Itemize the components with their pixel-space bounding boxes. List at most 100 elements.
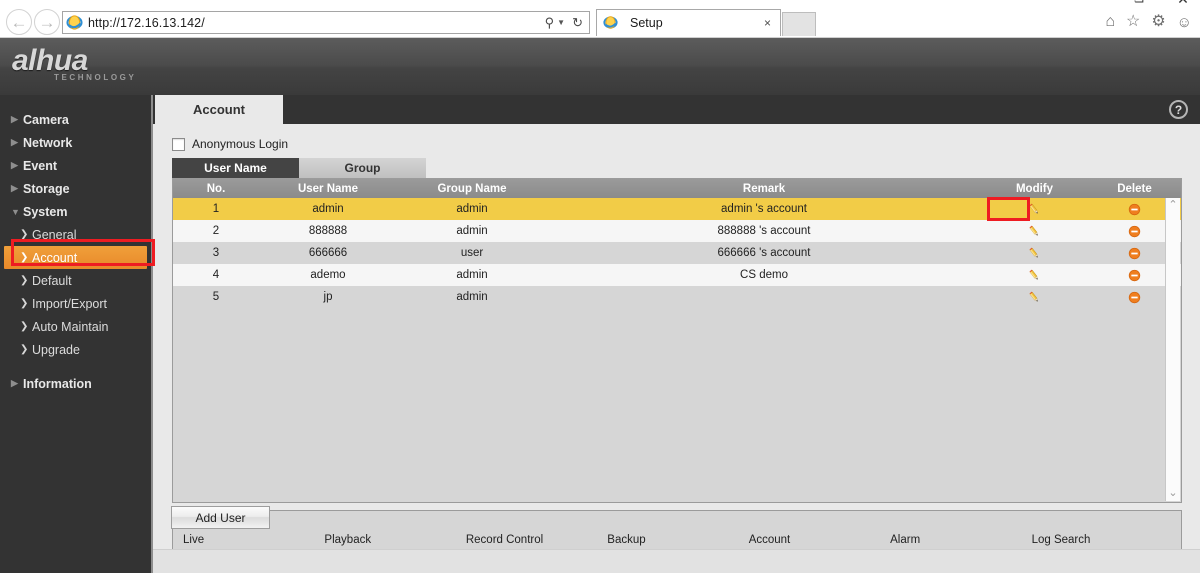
column-header-remark: Remark	[742, 182, 786, 195]
chevron-right-icon: ❯	[20, 229, 29, 240]
help-icon[interactable]: ?	[1169, 100, 1188, 119]
tab-favicon-icon	[603, 15, 620, 32]
cell-remark: 888888 's account	[717, 225, 811, 237]
sidebar-item-upgrade[interactable]: ❯ Upgrade	[0, 338, 151, 361]
cell-group: admin	[456, 203, 488, 215]
navigation-arrows: ← →	[6, 9, 60, 35]
table-row[interactable]: 4 ademo admin CS demo	[173, 264, 1181, 286]
sidebar-item-general[interactable]: ❯ General	[0, 223, 151, 246]
address-bar-icons: ⚲ ▼ ↻	[545, 15, 586, 31]
close-window-button[interactable]: ✕	[1172, 0, 1194, 6]
sidebar-item-system[interactable]: ▼ System	[0, 200, 151, 223]
sidebar-item-default[interactable]: ❯ Default	[0, 269, 151, 292]
table-scrollbar[interactable]: ⌃ ⌄	[1165, 198, 1180, 501]
page-tab-account[interactable]: Account	[155, 95, 283, 124]
anonymous-login-row[interactable]: Anonymous Login	[172, 137, 288, 151]
column-header-delete: Delete	[1117, 182, 1152, 195]
cell-remark: CS demo	[740, 269, 788, 281]
back-arrow-icon[interactable]: ←	[6, 9, 32, 35]
sidebar-item-camera[interactable]: ▶ Camera	[0, 108, 151, 131]
content-area: Account ? Anonymous Login User Name Group…	[153, 95, 1200, 573]
column-header-username: User Name	[297, 182, 359, 195]
browser-tab-setup[interactable]: Setup ×	[596, 9, 781, 36]
chevron-down-icon: ▼	[11, 206, 20, 217]
scroll-up-icon[interactable]: ⌃	[1168, 200, 1177, 211]
anonymous-login-label: Anonymous Login	[192, 137, 289, 151]
minimize-button[interactable]: —	[1084, 0, 1106, 6]
cell-remark: admin 's account	[721, 203, 807, 215]
search-icon[interactable]: ⚲	[545, 15, 555, 31]
home-icon[interactable]: ⌂	[1105, 14, 1115, 30]
chevron-right-icon: ▶	[11, 160, 18, 170]
browser-chrome: — ❑ ✕ ← → http://172.16.13.142/ ⚲ ▼ ↻	[0, 0, 1200, 38]
sidebar-item-label: Default	[32, 273, 72, 288]
pencil-icon[interactable]	[981, 242, 1088, 264]
sidebar-item-event[interactable]: ▶ Event	[0, 154, 151, 177]
table-row[interactable]: 2 888888 admin 888888 's account	[173, 220, 1181, 242]
sidebar-item-network[interactable]: ▶ Network	[0, 131, 151, 154]
cell-user: jp	[323, 291, 333, 303]
chevron-right-icon: ▶	[11, 114, 18, 124]
maximize-button[interactable]: ❑	[1128, 0, 1150, 6]
smiley-icon[interactable]: ☺	[1177, 15, 1192, 30]
cell-user: ademo	[310, 269, 346, 281]
cell-group: admin	[456, 269, 488, 281]
sidebar-item-auto-maintain[interactable]: ❯ Auto Maintain	[0, 315, 151, 338]
sidebar-item-import-export[interactable]: ❯ Import/Export	[0, 292, 151, 315]
user-table-panel: No. User Name Group Name Remark Modify Delete…	[172, 178, 1182, 503]
sidebar-item-label: Event	[23, 158, 58, 173]
pencil-icon[interactable]	[981, 264, 1088, 286]
cell-no: 1	[212, 203, 220, 215]
logo-subtitle: TECHNOLOGY	[54, 73, 137, 82]
sidebar-item-label: System	[23, 204, 68, 219]
close-tab-icon[interactable]: ×	[761, 16, 774, 30]
table-row[interactable]: 1 admin admin admin 's account	[173, 198, 1181, 220]
column-header-modify: Modify	[1015, 182, 1054, 195]
forward-arrow-icon[interactable]: →	[34, 9, 60, 35]
cell-no: 5	[212, 291, 220, 303]
gear-icon[interactable]: ⚙	[1151, 14, 1165, 30]
chevron-right-icon: ❯	[20, 321, 29, 332]
sub-tab-user-name[interactable]: User Name	[172, 158, 299, 178]
chevron-right-icon: ❯	[20, 275, 29, 286]
cell-user: 666666	[308, 247, 348, 259]
cell-no: 4	[212, 269, 220, 281]
sidebar-item-account[interactable]: ❯ Account	[4, 246, 147, 269]
app-header: alhua TECHNOLOGY LivePlaybackSetupAlarmL…	[0, 38, 1200, 125]
authority-item: Log Search	[1031, 534, 1091, 546]
scroll-down-icon[interactable]: ⌄	[1168, 488, 1177, 499]
star-icon[interactable]: ☆	[1126, 14, 1140, 30]
table-header-row: No. User Name Group Name Remark Modify Delete	[173, 179, 1181, 198]
sidebar-item-label: Information	[23, 376, 92, 391]
url-text: http://172.16.13.142/	[88, 15, 205, 30]
anonymous-login-checkbox[interactable]	[172, 137, 185, 151]
chevron-right-icon: ▶	[11, 183, 18, 193]
cell-remark: 666666 's account	[717, 247, 811, 259]
table-row[interactable]: 3 666666 user 666666 's account	[173, 242, 1181, 264]
pencil-icon[interactable]	[981, 220, 1088, 242]
sidebar-item-label: Auto Maintain	[32, 319, 109, 334]
authority-item: Alarm	[890, 534, 921, 546]
sidebar: ▶ Camera ▶ Network ▶ Event ▶ Storage ▼ System ❯ Gen…	[0, 95, 153, 573]
address-bar[interactable]: http://172.16.13.142/ ⚲ ▼ ↻	[62, 11, 590, 34]
browser-tab-title: Setup	[630, 16, 663, 30]
chevron-right-icon: ❯	[20, 344, 29, 355]
sidebar-item-storage[interactable]: ▶ Storage	[0, 177, 151, 200]
sidebar-item-information[interactable]: ▶ Information	[0, 372, 151, 395]
add-user-button[interactable]: Add User	[171, 506, 270, 529]
pencil-icon[interactable]	[981, 198, 1088, 220]
pencil-icon[interactable]	[981, 286, 1088, 308]
cell-user: admin	[312, 203, 344, 215]
sub-tab-group[interactable]: Group	[299, 158, 426, 178]
chevron-down-icon[interactable]: ▼	[557, 18, 565, 27]
content-topbar: Account ?	[153, 95, 1200, 124]
browser-toolbar-icons: ⌂ ☆ ⚙ ☺	[1105, 14, 1192, 30]
refresh-icon[interactable]: ↻	[572, 15, 583, 31]
table-body: 1 admin admin admin 's account 2 888888 admin 8…	[173, 198, 1181, 502]
column-header-groupname: Group Name	[437, 182, 507, 195]
table-row[interactable]: 5 jp admin	[173, 286, 1181, 308]
tab-strip: Setup ×	[596, 9, 816, 36]
new-tab-button[interactable]	[782, 12, 816, 36]
app-root: — ❑ ✕ ← → http://172.16.13.142/ ⚲ ▼ ↻	[0, 0, 1200, 573]
